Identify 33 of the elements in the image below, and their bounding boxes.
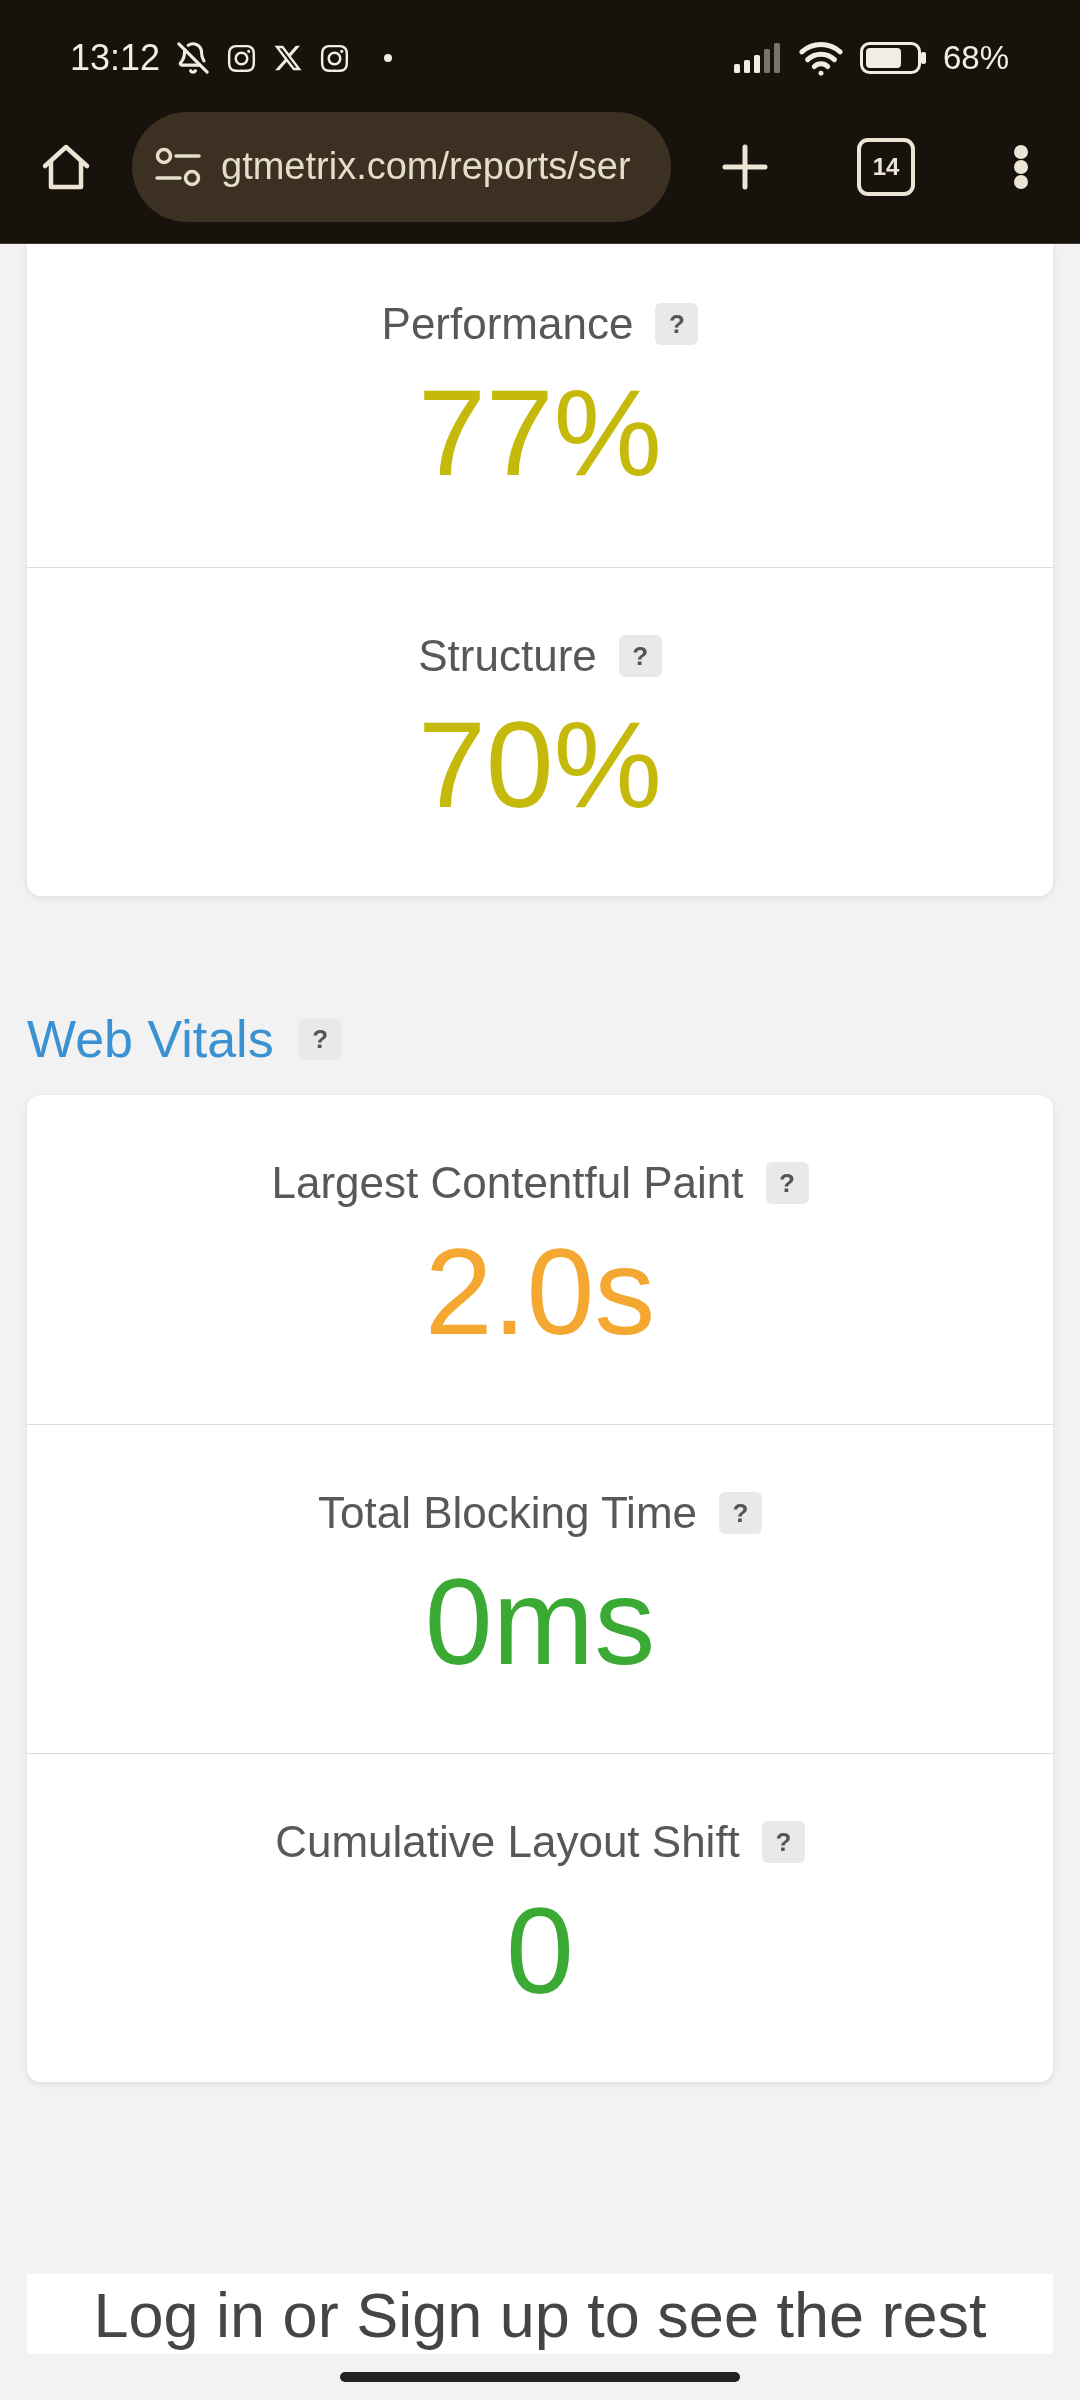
metric-value: 77% (417, 368, 663, 498)
instagram-icon (319, 42, 351, 74)
help-button[interactable]: ? (298, 1018, 342, 1060)
address-bar[interactable]: gtmetrix.com/reports/ser (132, 111, 671, 222)
metric-label: Performance (381, 298, 634, 350)
help-button[interactable]: ? (761, 1821, 805, 1863)
metric-label: Total Blocking Time (317, 1487, 698, 1539)
metric-label: Largest Contentful Paint (271, 1157, 744, 1209)
metric-label: Cumulative Layout Shift (275, 1816, 740, 1868)
url-text: gtmetrix.com/reports/ser (221, 145, 631, 188)
clock: 13:12 (70, 36, 161, 80)
help-button[interactable]: ? (655, 303, 699, 345)
more-icon (1013, 144, 1029, 189)
help-button[interactable]: ? (765, 1162, 809, 1204)
tune-icon[interactable] (155, 146, 201, 187)
help-button[interactable]: ? (719, 1492, 763, 1534)
metric-value: 0 (506, 1886, 574, 2016)
help-button[interactable]: ? (618, 635, 662, 677)
tab-switcher-button[interactable]: 14 (857, 137, 915, 196)
battery-icon (859, 42, 927, 74)
login-prompt-text: Log in or Sign up to see the rest (93, 2280, 987, 2352)
signal-icon (733, 43, 782, 73)
section-heading: Web Vitals (27, 1009, 274, 1069)
notification-dot-icon (384, 54, 393, 62)
metric-value: 2.0s (424, 1227, 656, 1357)
metric-value: 70% (417, 700, 663, 830)
metric-label: Structure (418, 630, 597, 682)
plus-icon (722, 143, 768, 190)
instagram-icon (226, 42, 258, 74)
battery-percentage: 68% (942, 38, 1009, 78)
bell-off-icon (176, 41, 211, 75)
x-logo-icon (273, 43, 304, 73)
metric-value: 0ms (424, 1557, 656, 1687)
